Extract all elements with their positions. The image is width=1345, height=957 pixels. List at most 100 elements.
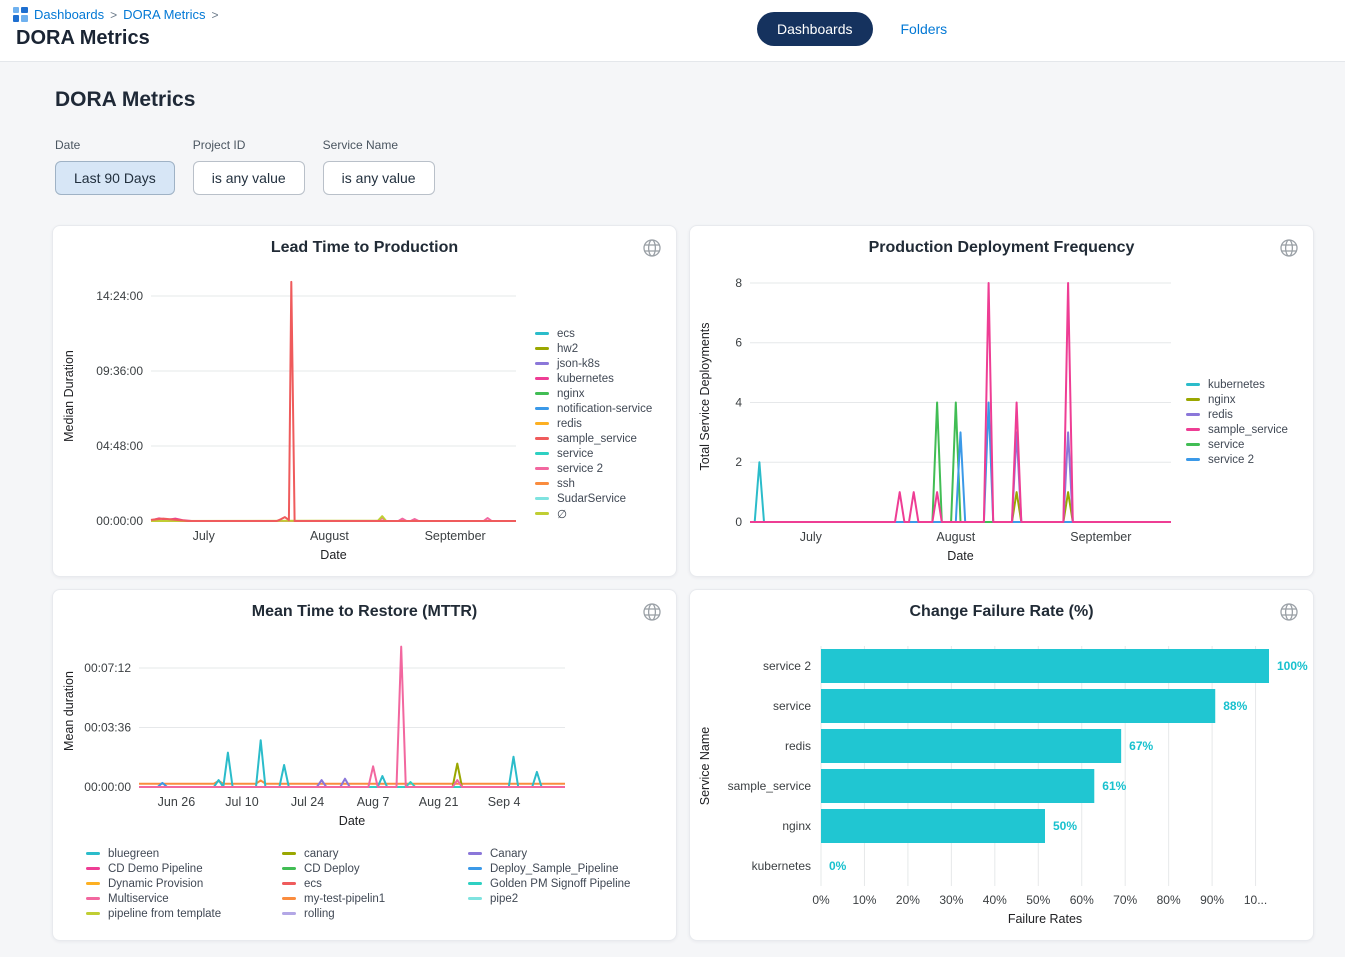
legend-label: my-test-pipelin1 <box>304 893 385 905</box>
legend-item[interactable]: Dynamic Provision <box>86 876 282 891</box>
legend-label: json-k8s <box>557 358 600 370</box>
legend-item[interactable]: Canary <box>468 846 630 861</box>
legend-label: Dynamic Provision <box>108 878 203 890</box>
legend-swatch-icon <box>86 912 100 915</box>
legend-item[interactable]: kubernetes <box>1186 377 1288 392</box>
svg-text:0: 0 <box>735 515 742 529</box>
legend-swatch-icon <box>86 882 100 885</box>
legend-item[interactable]: ssh <box>535 476 652 491</box>
legend-label: hw2 <box>557 343 578 355</box>
svg-text:14:24:00: 14:24:00 <box>96 289 143 303</box>
svg-text:Median Duration: Median Duration <box>62 350 76 442</box>
legend-label: ∅ <box>557 507 567 521</box>
legend-item[interactable]: service 2 <box>1186 452 1288 467</box>
legend-item[interactable]: nginx <box>535 386 652 401</box>
legend-swatch-icon <box>535 452 549 455</box>
svg-text:60%: 60% <box>1070 893 1094 907</box>
legend-item[interactable]: service <box>1186 437 1288 452</box>
legend-swatch-icon <box>1186 413 1200 416</box>
legend-item[interactable]: rolling <box>282 906 468 921</box>
legend-item[interactable]: ecs <box>282 876 468 891</box>
legend-label: pipe2 <box>490 893 518 905</box>
legend-item[interactable]: json-k8s <box>535 356 652 371</box>
svg-text:July: July <box>800 530 823 544</box>
legend-item[interactable]: redis <box>1186 407 1288 422</box>
svg-text:sample_service: sample_service <box>728 779 812 793</box>
legend-label: service 2 <box>1208 454 1254 466</box>
legend-swatch-icon <box>535 377 549 380</box>
legend-label: sample_service <box>557 433 637 445</box>
legend-item[interactable]: CD Deploy <box>282 861 468 876</box>
legend-label: nginx <box>557 388 585 400</box>
legend-swatch-icon <box>468 867 482 870</box>
legend-swatch-icon <box>86 897 100 900</box>
filter-service-name-value[interactable]: is any value <box>323 161 435 195</box>
svg-text:Service Name: Service Name <box>698 727 712 806</box>
legend-label: Golden PM Signoff Pipeline <box>490 878 630 890</box>
svg-text:kubernetes: kubernetes <box>752 859 811 873</box>
legend-item[interactable]: Golden PM Signoff Pipeline <box>468 876 630 891</box>
legend-swatch-icon <box>1186 458 1200 461</box>
svg-text:nginx: nginx <box>782 819 811 833</box>
svg-text:67%: 67% <box>1129 739 1153 753</box>
legend-label: redis <box>557 418 582 430</box>
card-lead-time: Lead Time to Production 00:00:0004:48:00… <box>52 225 677 577</box>
legend-label: ecs <box>557 328 575 340</box>
svg-text:Jul 10: Jul 10 <box>225 795 258 809</box>
svg-text:service: service <box>773 699 811 713</box>
filter-project-id-value[interactable]: is any value <box>193 161 305 195</box>
svg-text:80%: 80% <box>1157 893 1181 907</box>
legend-item[interactable]: pipe2 <box>468 891 630 906</box>
filter-service-name: Service Name is any value <box>323 138 435 195</box>
legend-swatch-icon <box>535 437 549 440</box>
legend-item[interactable]: SudarService <box>535 491 652 506</box>
svg-text:Mean duration: Mean duration <box>62 671 76 751</box>
svg-text:00:03:36: 00:03:36 <box>84 721 131 735</box>
svg-text:10%: 10% <box>852 893 876 907</box>
legend-swatch-icon <box>1186 398 1200 401</box>
svg-text:0%: 0% <box>812 893 830 907</box>
svg-text:Date: Date <box>947 549 973 563</box>
legend-label: CD Deploy <box>304 863 360 875</box>
legend-item[interactable]: nginx <box>1186 392 1288 407</box>
legend-item[interactable]: notification-service <box>535 401 652 416</box>
svg-text:Sep 4: Sep 4 <box>488 795 521 809</box>
svg-text:10...: 10... <box>1244 893 1267 907</box>
legend-swatch-icon <box>282 882 296 885</box>
legend-swatch-icon <box>282 912 296 915</box>
legend-item[interactable]: ecs <box>535 326 652 341</box>
svg-text:Jul 24: Jul 24 <box>291 795 324 809</box>
legend-item[interactable]: my-test-pipelin1 <box>282 891 468 906</box>
legend-item[interactable]: sample_service <box>1186 422 1288 437</box>
legend-label: rolling <box>304 908 335 920</box>
breadcrumb-separator-icon: > <box>211 8 218 22</box>
breadcrumb-dora-metrics[interactable]: DORA Metrics <box>123 7 205 22</box>
filter-date-value[interactable]: Last 90 Days <box>55 161 175 195</box>
legend-label: kubernetes <box>557 373 614 385</box>
legend-label: notification-service <box>557 403 652 415</box>
legend-swatch-icon <box>86 867 100 870</box>
app-header: Dashboards > DORA Metrics > DORA Metrics… <box>0 0 1345 62</box>
legend-label: service <box>557 448 593 460</box>
legend-item[interactable]: canary <box>282 846 468 861</box>
tab-folders[interactable]: Folders <box>901 21 948 37</box>
legend-label: Deploy_Sample_Pipeline <box>490 863 619 875</box>
legend-item[interactable]: bluegreen <box>86 846 282 861</box>
legend-item[interactable]: sample_service <box>535 431 652 446</box>
legend-item[interactable]: pipeline from template <box>86 906 282 921</box>
legend-item[interactable]: redis <box>535 416 652 431</box>
legend-item[interactable]: kubernetes <box>535 371 652 386</box>
legend-item[interactable]: hw2 <box>535 341 652 356</box>
card-change-failure-rate: Change Failure Rate (%) 0%10%20%30%40%50… <box>689 589 1314 941</box>
legend-item[interactable]: service 2 <box>535 461 652 476</box>
legend-item[interactable]: Multiservice <box>86 891 282 906</box>
legend-swatch-icon <box>535 422 549 425</box>
legend-item[interactable]: ∅ <box>535 506 652 521</box>
legend-item[interactable]: service <box>535 446 652 461</box>
legend-item[interactable]: CD Demo Pipeline <box>86 861 282 876</box>
breadcrumb-dashboards[interactable]: Dashboards <box>34 7 104 22</box>
legend-item[interactable]: Deploy_Sample_Pipeline <box>468 861 630 876</box>
mttr-legend: bluegreencanaryCanary CD Demo Pipeline CD … <box>86 846 630 921</box>
svg-text:100%: 100% <box>1277 659 1308 673</box>
tab-dashboards[interactable]: Dashboards <box>757 12 873 46</box>
